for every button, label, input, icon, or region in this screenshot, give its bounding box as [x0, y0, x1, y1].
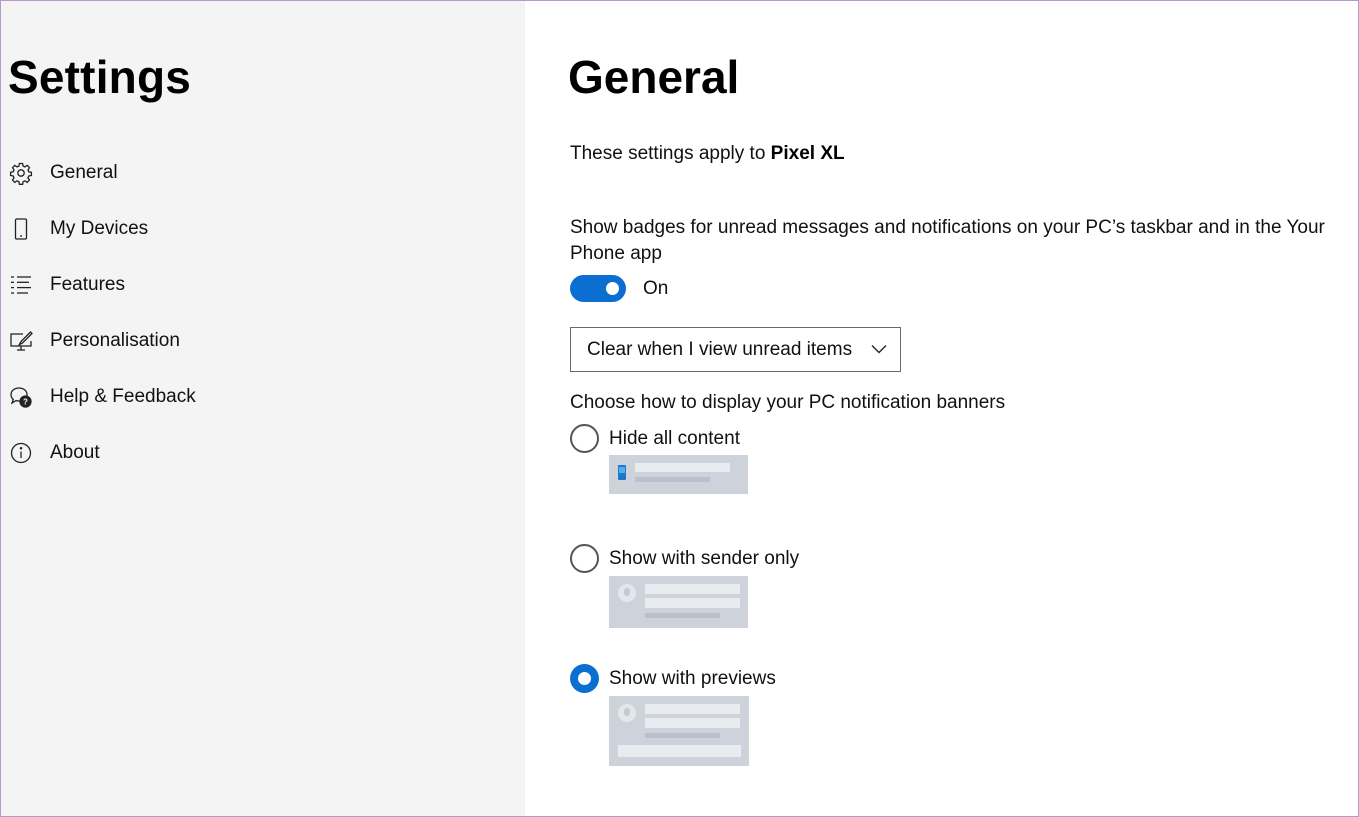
preview-line: [645, 598, 740, 608]
toggle-state-label: On: [643, 277, 669, 299]
sidebar-title: Settings: [8, 51, 192, 103]
sidebar: Settings General My Devices Features Per…: [0, 0, 525, 817]
radio-button[interactable]: [570, 544, 599, 573]
sidebar-item-label: General: [50, 162, 118, 183]
device-name: Pixel XL: [770, 143, 845, 164]
sidebar-nav: General My Devices Features Personalisat…: [0, 145, 525, 481]
sidebar-item-label: My Devices: [50, 218, 149, 239]
radio-hide-all-content[interactable]: Hide all content: [570, 424, 740, 453]
radio-button[interactable]: [570, 664, 599, 693]
sidebar-item-help-feedback[interactable]: ? Help & Feedback: [0, 369, 525, 425]
svg-text:?: ?: [23, 398, 28, 407]
main-content: General These settings apply to Pixel XL…: [525, 0, 1359, 817]
sidebar-item-label: Personalisation: [50, 330, 180, 351]
paint-monitor-icon: [9, 329, 33, 353]
preview-line: [635, 463, 730, 472]
applies-to-text: These settings apply to Pixel XL: [570, 143, 845, 165]
applies-prefix: These settings apply to: [570, 143, 771, 164]
preview-line: [645, 718, 740, 728]
info-icon: [9, 441, 33, 465]
badge-toggle[interactable]: [570, 275, 626, 302]
radio-label: Hide all content: [609, 427, 740, 449]
chevron-down-icon: [871, 345, 887, 354]
preview-line: [645, 733, 720, 738]
sidebar-item-label: About: [50, 442, 100, 463]
toggle-knob: [606, 282, 619, 295]
sidebar-item-label: Help & Feedback: [50, 386, 196, 407]
radio-button[interactable]: [570, 424, 599, 453]
badge-toggle-row: On: [570, 275, 668, 302]
preview-line: [645, 613, 720, 618]
avatar-icon: [618, 584, 636, 602]
radio-show-sender-only[interactable]: Show with sender only: [570, 544, 799, 573]
clear-badges-dropdown[interactable]: Clear when I view unread items: [570, 327, 901, 372]
sidebar-item-personalisation[interactable]: Personalisation: [0, 313, 525, 369]
help-chat-icon: ?: [9, 385, 33, 409]
page-title: General: [568, 51, 740, 103]
radio-label: Show with previews: [609, 667, 776, 689]
preview-line: [618, 745, 741, 757]
sidebar-item-label: Features: [50, 274, 125, 295]
preview-line: [645, 704, 740, 714]
badge-setting-label: Show badges for unread messages and noti…: [570, 217, 1325, 264]
radio-show-with-previews[interactable]: Show with previews: [570, 664, 776, 693]
sidebar-item-features[interactable]: Features: [0, 257, 525, 313]
banner-setting-label: Choose how to display your PC notificati…: [570, 392, 1006, 413]
radio-label: Show with sender only: [609, 547, 800, 569]
preview-with-previews: [609, 696, 749, 766]
avatar-icon: [618, 704, 636, 722]
sidebar-item-general[interactable]: General: [0, 145, 525, 201]
preview-line: [635, 477, 710, 482]
phone-app-icon: [618, 465, 626, 480]
preview-sender-only: [609, 576, 748, 628]
gear-icon: [9, 161, 33, 185]
preview-line: [645, 584, 740, 594]
list-icon: [9, 273, 33, 297]
preview-hide-all-content: [609, 455, 748, 494]
sidebar-item-about[interactable]: About: [0, 425, 525, 481]
dropdown-selected-value: Clear when I view unread items: [587, 338, 853, 360]
phone-icon: [9, 217, 33, 241]
sidebar-item-my-devices[interactable]: My Devices: [0, 201, 525, 257]
